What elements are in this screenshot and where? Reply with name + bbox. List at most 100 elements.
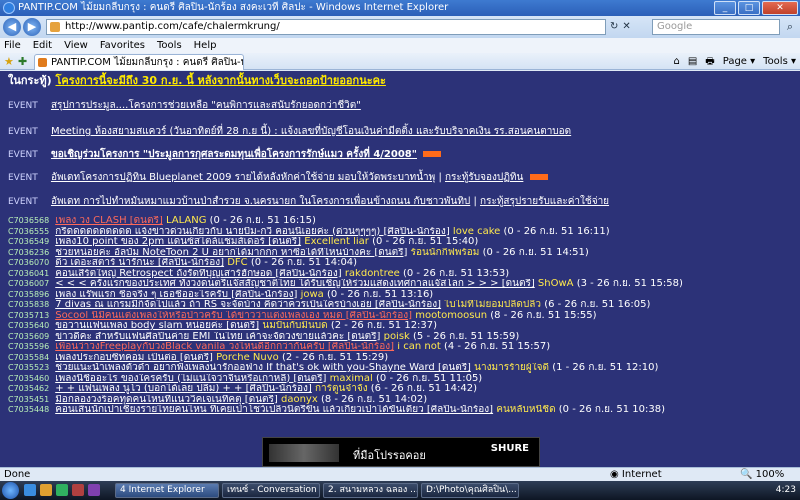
taskbar-conversation[interactable]: เทนซ์ - Conversation — [222, 483, 320, 498]
start-button[interactable] — [2, 482, 19, 499]
home-icon[interactable]: ⌂ — [673, 54, 679, 69]
thread-meta: (0 - 26 ก.ย. 51 14:04) — [250, 258, 358, 268]
event-link[interactable]: กระทู้รับจองปฏิทิน — [445, 172, 523, 183]
event-link[interactable]: อัพเดท การไปทำหมันหมาแมวบ้านป่าสำรวย จ.น… — [51, 196, 470, 207]
thread-author[interactable]: rakdontree — [345, 269, 400, 279]
thread-title-link[interactable]: ขอวานแฟนเพลง body slam หน่อยค่ะ [ดนตรี] — [55, 321, 259, 331]
stop-icon[interactable]: ✕ — [622, 19, 630, 35]
menu-help[interactable]: Help — [194, 38, 217, 53]
thread-title-link[interactable]: + + แฟนเพลง นูโว (บอกได้เลย ปลื้ม) + + [… — [55, 384, 312, 394]
thread-title-link[interactable]: คอนเส็นนักเปาเชียงรายไทยคนไหน ที่เคยเป่า… — [55, 405, 493, 415]
thread-author[interactable]: การ์ตูนจำจัง — [315, 384, 368, 394]
thread-author[interactable]: i can not — [397, 342, 440, 352]
close-button[interactable]: ✕ — [762, 1, 798, 15]
media-quicklaunch-icon[interactable] — [56, 484, 68, 496]
thread-id: C7035596 — [8, 342, 50, 351]
add-favorite-icon[interactable]: ✚ — [18, 55, 27, 68]
app2-quicklaunch-icon[interactable] — [88, 484, 100, 496]
thread-author[interactable]: Excellent liar — [304, 237, 369, 247]
tab-pantip[interactable]: PANTIP.COM ไม้ยมกลีบกรุง : คนดรี ศิลปิน-… — [34, 54, 244, 70]
refresh-icon[interactable]: ↻ — [610, 19, 618, 35]
announcement-link[interactable]: โครงการนี้จะมีถึง 30 ก.ย. นี้ หลังจากนั้… — [56, 74, 386, 87]
thread-title-link[interactable]: 7 divas ณ แกรมมี่ก็จัดไปแล้ว ถ้า RS จะจั… — [55, 300, 441, 310]
thread-title-link[interactable]: < < < ครั้งแรกของประเทศ ทั้งวงดนตรีแจ๊สส… — [55, 279, 535, 289]
feeds-icon[interactable]: ▤ — [688, 54, 697, 69]
thread-author[interactable]: jowa — [301, 290, 324, 300]
thread-author[interactable]: maximal — [330, 374, 373, 384]
thread-author[interactable]: ร้อนนักกิ๊ฟพร้อม — [411, 248, 480, 258]
minimize-button[interactable]: _ — [714, 1, 736, 15]
search-input[interactable]: Google — [652, 19, 780, 35]
thread-title-link[interactable]: เพลงประกอบซิทคอม เป็นต่อ [ดนตรี] — [55, 353, 213, 363]
favorites-star-icon[interactable]: ★ — [4, 55, 14, 68]
thread-author[interactable]: ShOwA — [538, 279, 574, 289]
thread-title-link[interactable]: ข่าวดีคะ สำหรับแฟนศิลปินค่าย EMI ในไทย เ… — [55, 332, 380, 342]
thread-title-link[interactable]: ดิว เดอะสตาร์ น่ารักนะ [ศิลปิน-นักร้อง] — [55, 258, 224, 268]
menu-tools[interactable]: Tools — [157, 38, 182, 53]
thread-row: C7035460 เพลงนี้ชื่ออะไร ของใครครับ (ไม่แ… — [8, 374, 798, 385]
thread-title-link[interactable]: กรี๊ดดดดดดดดดด แจ้งข่าวด่วนเกี่ยวกับ นาย… — [55, 227, 450, 237]
security-zone: ◉ Internet — [610, 469, 662, 480]
menu-file[interactable]: File — [4, 38, 21, 53]
thread-id: C7035523 — [8, 363, 50, 372]
thread-title-link[interactable]: เพลงนี้ชื่ออะไร ของใครครับ (ไม่แน่ใจว่าจ… — [55, 374, 326, 384]
ad-banner[interactable]: ที่มือโปรรอคอย SHURE — [262, 437, 540, 467]
thread-title-link[interactable]: ช่วยแนะนำเพลงตัวดำ อยากฟังเพลงน่ารักออฟ่… — [55, 363, 471, 373]
event-link[interactable]: Meeting ห้องสยามสแควร์ (วันอาทิตย์ที่ 28… — [51, 126, 571, 137]
clock[interactable]: 4:23 — [776, 485, 796, 495]
thread-row: C7036549 เพลง10 point ของ 2pm แดนซ์สไตล์แ… — [8, 237, 798, 248]
thread-author[interactable]: daonyx — [281, 395, 318, 405]
thread-id: C7035460 — [8, 373, 50, 383]
thread-row: C7035896 เพลง แร๊พแรก ชื่อจริง ๆ เธอชื่ออ… — [8, 290, 798, 301]
thread-title-link[interactable]: คอนเสิร์ตใหญ่ Retrospect ถังรัดที่บุญเสา… — [55, 269, 341, 279]
thread-row: C7035596 เพื่อนว่าวงFreeplayกับวงBlack va… — [8, 342, 798, 353]
thread-id: C7035640 — [8, 321, 50, 330]
thread-author[interactable]: ไบไม่ที่ไม่ยอมปลิดปลิว — [444, 300, 541, 310]
page-menu[interactable]: Page ▾ — [723, 54, 755, 69]
forward-button[interactable]: ▶ — [23, 18, 41, 36]
event-link[interactable]: ขอเชิญร่วมโครงการ "ประมูลการกุศลระดมทุนเ… — [51, 149, 417, 160]
event-link[interactable]: อัพเดทโครงการปฏิทิน Blueplanet 2009 รายไ… — [51, 172, 435, 183]
thread-author[interactable]: คนหลับหนีชีด — [496, 405, 555, 415]
thread-author[interactable]: นางมารร้ายผู้ใจดี — [474, 363, 549, 373]
menu-view[interactable]: View — [64, 38, 88, 53]
thread-title-link[interactable]: ช่วยหน่อยค่ะ อัลบั้ม NoteToon 2 U อยากได… — [55, 248, 407, 258]
url-field[interactable]: http://www.pantip.com/cafe/chalermkrung/ — [46, 19, 606, 35]
app-quicklaunch-icon[interactable] — [72, 484, 84, 496]
thread-author[interactable]: DFC — [227, 258, 247, 268]
event-link[interactable]: สรุปการประมูล....โครงการช่วยเหลือ "คนพิก… — [51, 100, 361, 111]
event-link[interactable]: กระทู้สรุปรายรับและค่าใช้จ่าย — [480, 196, 609, 207]
taskbar-ie[interactable]: 4 Internet Explorer — [115, 483, 219, 498]
search-icon[interactable]: ⌕ — [782, 19, 798, 35]
thread-author[interactable]: นมปั่นกับมิ้นบด — [262, 321, 327, 331]
thread-meta: (0 - 26 ก.ย. 51 15:40) — [372, 237, 479, 247]
menu-favorites[interactable]: Favorites — [100, 38, 145, 53]
taskbar-photo-folder[interactable]: D:\Photo\คุณศิลปิน\... — [421, 483, 519, 498]
thread-row: C7036007 < < < ครั้งแรกของประเทศ ทั้งวงดน… — [8, 279, 798, 290]
thread-author[interactable]: mootomoosun — [415, 311, 487, 321]
folder-quicklaunch-icon[interactable] — [40, 484, 52, 496]
thread-author[interactable]: Porche Nuvo — [216, 353, 279, 363]
address-bar: ◀ ▶ http://www.pantip.com/cafe/chalermkr… — [0, 16, 800, 38]
thread-author[interactable]: love cake — [453, 227, 500, 237]
thread-title-link[interactable]: เพลง10 point ของ 2pm แดนซ์สไตล์แชมส์เดอร… — [55, 237, 301, 247]
thread-title-link[interactable]: เพลง แร๊พแรก ชื่อจริง ๆ เธอชื่ออะไรครับ … — [55, 290, 297, 300]
tools-menu[interactable]: Tools ▾ — [763, 54, 796, 69]
menu-edit[interactable]: Edit — [33, 38, 52, 53]
banner-text: ที่มือโปรรอคอย — [353, 449, 426, 462]
event-tag: EVENT — [8, 197, 38, 207]
taskbar-sanamluang[interactable]: 2. สนามหลวง ฉลอง ... — [323, 483, 418, 498]
back-button[interactable]: ◀ — [3, 18, 21, 36]
thread-title-link[interactable]: Socool นี่มีคนแต่งเพลงให้หรือป่าวครับ ได… — [55, 311, 412, 321]
thread-id: C7036041 — [8, 268, 50, 278]
event-row: EVENT ขอเชิญร่วมโครงการ "ประมูลการกุศลระ… — [8, 147, 442, 162]
thread-title-link[interactable]: เพื่อนว่าวงFreeplayกับวงBlack vanila วงไ… — [55, 342, 394, 352]
thread-author[interactable]: poisk — [384, 332, 410, 342]
thread-title-link[interactable]: เพลง วง CLASH [ดนตรี] — [55, 216, 163, 226]
thread-title-link[interactable]: มีอกลองวงร็อคทุดคนไหนที่แนววิคเจเนทีคตุ … — [55, 395, 278, 405]
print-icon[interactable]: 🖶 — [705, 54, 714, 69]
thread-author[interactable]: LALANG — [166, 216, 207, 226]
zoom-level[interactable]: 🔍 100% — [740, 468, 784, 481]
ie-quicklaunch-icon[interactable] — [24, 484, 36, 496]
maximize-button[interactable]: □ — [738, 1, 760, 15]
